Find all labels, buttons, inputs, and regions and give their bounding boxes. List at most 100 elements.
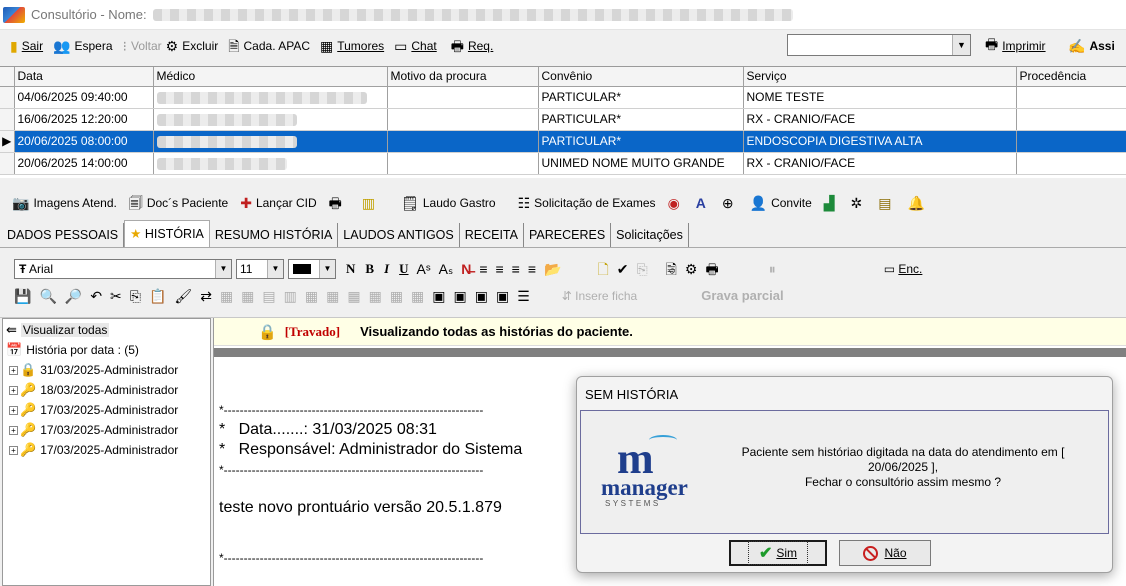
film-button[interactable]: ▥: [362, 196, 379, 210]
tree-node[interactable]: +🔑17/03/2025-Administrador: [3, 440, 210, 460]
table-props-icon[interactable]: ▦: [369, 288, 382, 304]
visualizar-todas-item[interactable]: ⇚Visualizar todas: [3, 320, 210, 340]
paste-icon[interactable]: ⎘: [636, 261, 647, 277]
find-replace-icon[interactable]: ⇄: [200, 288, 212, 304]
copy-icon[interactable]: ⎘: [130, 288, 141, 304]
table-row-selected[interactable]: ▶ 20/06/2025 08:00:00 PARTICULAR* ENDOSC…: [0, 130, 1126, 152]
col-medico[interactable]: Médico: [153, 67, 387, 86]
align-right-icon[interactable]: ≡: [512, 261, 520, 277]
zoom-button[interactable]: ⊕: [722, 196, 738, 210]
chevron-down-icon[interactable]: ▼: [319, 260, 335, 278]
table-merge-icon[interactable]: ▦: [305, 288, 318, 304]
justify-icon[interactable]: ≡: [528, 261, 536, 277]
search-replace-icon[interactable]: 🔎: [65, 288, 82, 304]
bold-button[interactable]: B: [365, 261, 374, 277]
expand-icon[interactable]: +: [9, 426, 18, 435]
table-row[interactable]: 20/06/2025 14:00:00 UNIMED NOME MUITO GR…: [0, 152, 1126, 174]
cada-apac-button[interactable]: 🗎Cada. APAC: [228, 39, 310, 53]
table-col-icon[interactable]: ▥: [284, 288, 297, 304]
nao-button[interactable]: Não: [839, 540, 931, 566]
voltar-button[interactable]: ⁝Voltar: [123, 39, 162, 53]
grava-parcial-button[interactable]: Grava parcial: [701, 288, 783, 304]
open-folder-icon[interactable]: 📂: [544, 261, 561, 277]
table-row[interactable]: 04/06/2025 09:40:00 PARTICULAR* NOME TES…: [0, 86, 1126, 108]
table-split-icon[interactable]: ▦: [326, 288, 339, 304]
chevron-down-icon[interactable]: ▼: [267, 260, 283, 278]
laudo-gastro-button[interactable]: 🗒Laudo Gastro: [401, 196, 496, 210]
col-procedencia[interactable]: Procedência: [1016, 67, 1126, 86]
pause-icon[interactable]: ⏸: [769, 261, 776, 277]
print-button[interactable]: 🖶: [329, 196, 346, 210]
solicitacao-exames-button[interactable]: ☷Solicitação de Exames: [518, 196, 656, 210]
espera-button[interactable]: 👥Espera: [53, 39, 112, 53]
table-icon[interactable]: ▦: [220, 288, 233, 304]
chat-button[interactable]: ▭Chat: [394, 39, 437, 53]
expand-icon[interactable]: +: [9, 446, 18, 455]
col-servico[interactable]: Serviço: [743, 67, 1016, 86]
underline-button[interactable]: U: [399, 261, 408, 277]
tab-pareceres[interactable]: PARECERES: [524, 223, 611, 247]
imprimir-button[interactable]: 🖶Imprimir: [985, 32, 1046, 60]
col-data[interactable]: Data: [14, 67, 153, 86]
imagens-atend-button[interactable]: 📷Imagens Atend.: [12, 196, 117, 210]
align-center-icon[interactable]: ≡: [495, 261, 503, 277]
bell-button[interactable]: 🔔: [908, 196, 929, 210]
bold-n-button[interactable]: N: [346, 261, 355, 277]
italic-button[interactable]: I: [384, 261, 389, 277]
sim-button[interactable]: ✔Sim: [729, 540, 827, 566]
font-select[interactable]: Ŧ Arial▼: [14, 259, 232, 279]
chevron-down-icon[interactable]: ▼: [215, 260, 231, 278]
expand-icon[interactable]: +: [9, 366, 18, 375]
book-button[interactable]: ▤: [878, 196, 895, 210]
tree-node[interactable]: +🔑17/03/2025-Administrador: [3, 420, 210, 440]
settings-icon[interactable]: ⚙: [685, 261, 698, 277]
table-row[interactable]: 16/06/2025 12:20:00 PARTICULAR* RX - CRA…: [0, 108, 1126, 130]
table-row-icon[interactable]: ▤: [262, 288, 275, 304]
excluir-button[interactable]: ⚙Excluir: [166, 39, 219, 53]
a-button[interactable]: A: [696, 196, 710, 210]
cut-icon[interactable]: ✂: [110, 288, 122, 304]
tab-historia[interactable]: ★ HISTÓRIA: [124, 220, 210, 247]
font-size-select[interactable]: 11▼: [236, 259, 284, 279]
table-grid-icon[interactable]: ▦: [411, 288, 424, 304]
expand-icon[interactable]: +: [9, 406, 18, 415]
tab-dados-pessoais[interactable]: DADOS PESSOAIS: [2, 223, 124, 247]
table-border-icon[interactable]: ▦: [390, 288, 403, 304]
col-convenio[interactable]: Convênio: [538, 67, 743, 86]
chart-button[interactable]: ▟: [824, 196, 839, 210]
lancar-cid-button[interactable]: ✚Lançar CID: [240, 196, 316, 210]
printer-icon[interactable]: 🖶: [705, 261, 718, 277]
new-doc-icon[interactable]: 🗋: [597, 261, 608, 277]
enc-button[interactable]: ▭ Enc.: [884, 261, 923, 277]
bullet-list-icon[interactable]: ☰: [517, 288, 530, 304]
save-icon[interactable]: 💾: [14, 288, 31, 304]
toolbar-combo[interactable]: ▼: [787, 34, 971, 56]
tumores-button[interactable]: ▦Tumores: [320, 39, 384, 53]
insere-ficha-button[interactable]: ⇵ Insere ficha: [562, 288, 637, 304]
tab-solicitacoes[interactable]: Solicitações: [611, 223, 689, 247]
table-cell3-icon[interactable]: ▣: [475, 288, 488, 304]
chevron-down-icon[interactable]: ▼: [952, 35, 970, 55]
spellcheck-icon[interactable]: 🗟: [666, 261, 677, 277]
table-cell-icon[interactable]: ▣: [432, 288, 445, 304]
req-button[interactable]: 🖶Req.: [451, 39, 494, 53]
historia-por-data-item[interactable]: 📅História por data : (5): [3, 340, 210, 360]
table-cell2-icon[interactable]: ▣: [454, 288, 467, 304]
audio-button[interactable]: ◉: [668, 196, 684, 210]
docs-paciente-button[interactable]: 🗐Doc´s Paciente: [129, 196, 228, 210]
tree-node[interactable]: +🔑18/03/2025-Administrador: [3, 380, 210, 400]
table-delete-icon[interactable]: ▦: [347, 288, 360, 304]
expand-icon[interactable]: +: [9, 386, 18, 395]
format-painter-icon[interactable]: 🖌: [174, 288, 192, 304]
superscript-icon[interactable]: Aˢ: [417, 261, 431, 277]
tab-laudos-antigos[interactable]: LAUDOS ANTIGOS: [338, 223, 459, 247]
table-insert-icon[interactable]: ▦: [241, 288, 254, 304]
align-left-icon[interactable]: ≡: [479, 261, 487, 277]
table-cell4-icon[interactable]: ▣: [496, 288, 509, 304]
sair-button[interactable]: ▮Sair: [10, 39, 43, 53]
assi-button[interactable]: ✍Assi: [1068, 32, 1115, 60]
tree-node[interactable]: +🔑17/03/2025-Administrador: [3, 400, 210, 420]
col-motivo[interactable]: Motivo da procura: [387, 67, 538, 86]
gear-button[interactable]: ✲: [851, 196, 867, 210]
tree-node[interactable]: +🔒31/03/2025-Administrador: [3, 360, 210, 380]
